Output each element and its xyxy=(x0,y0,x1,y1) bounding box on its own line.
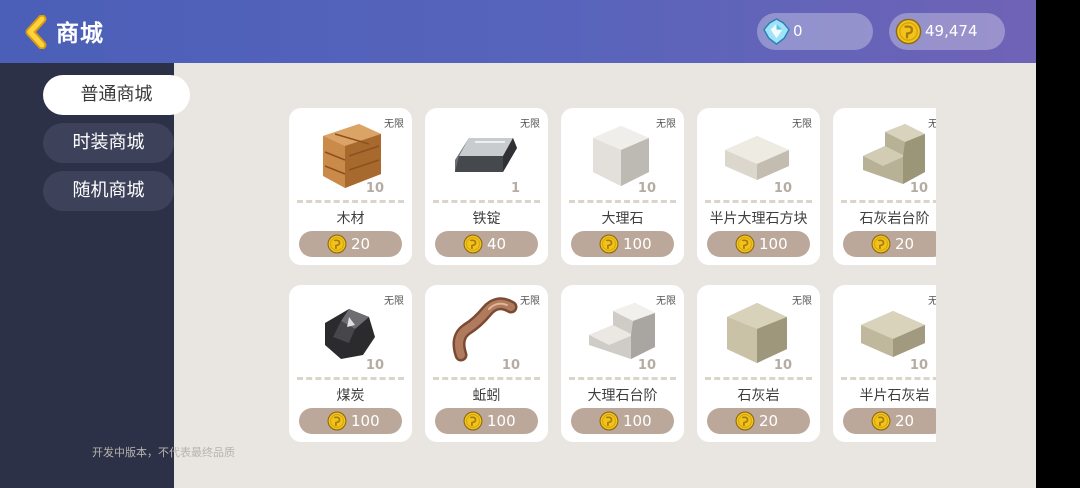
buy-button[interactable]: 20 xyxy=(843,231,936,257)
divider xyxy=(841,200,936,203)
price-value: 20 xyxy=(351,235,371,253)
stock-label: 无限 xyxy=(384,119,404,130)
divider xyxy=(705,200,812,203)
divider xyxy=(433,377,540,380)
quantity: 1 xyxy=(510,181,520,196)
price-value: 20 xyxy=(759,412,779,430)
item-name: 木材 xyxy=(336,211,365,227)
buy-button[interactable]: 100 xyxy=(571,408,674,434)
item-name: 石灰岩 xyxy=(737,388,780,404)
divider xyxy=(569,377,676,380)
stock-label: 无限 xyxy=(792,119,812,130)
buy-button[interactable]: 100 xyxy=(435,408,538,434)
item-name: 铁锭 xyxy=(472,211,501,227)
quantity: 10 xyxy=(365,358,384,373)
stock-label: 无限 xyxy=(656,119,676,130)
price-value: 20 xyxy=(895,235,915,253)
page-title: 商城 xyxy=(56,21,104,47)
item-name: 蚯蚓 xyxy=(472,388,501,404)
diamond-icon xyxy=(763,18,790,45)
price-value: 100 xyxy=(351,412,380,430)
tab-fashion-shop[interactable]: 时装商城 xyxy=(43,123,174,163)
item-name: 半片大理石方块 xyxy=(709,211,808,227)
buy-button[interactable]: 20 xyxy=(707,408,810,434)
divider xyxy=(705,377,812,380)
version-note: 开发中版本，不代表最终品质 xyxy=(92,446,235,459)
item-name: 煤炭 xyxy=(336,388,365,404)
price-value: 100 xyxy=(623,235,652,253)
gem-balance[interactable]: 0 xyxy=(757,13,873,50)
divider xyxy=(297,200,404,203)
price-value: 40 xyxy=(487,235,507,253)
stock-label: 无限 xyxy=(384,296,404,307)
quantity: 10 xyxy=(909,358,928,373)
coin-icon xyxy=(871,234,891,254)
item-name: 石灰岩台阶 xyxy=(859,211,930,227)
shop-screen: 商城 0 49,474 普通商城 时装商城 随机商城 开发中版本，不代表最终品质 xyxy=(0,0,1036,488)
buy-button[interactable]: 100 xyxy=(707,231,810,257)
coin-icon xyxy=(871,411,891,431)
coin-icon xyxy=(735,411,755,431)
tab-general-shop[interactable]: 普通商城 xyxy=(43,75,190,115)
stock-label: 无限 xyxy=(520,119,540,130)
shop-item-card[interactable]: 无限 10 半片大理石方块 100 xyxy=(697,108,820,265)
shop-item-card[interactable]: 无限 1 铁锭 40 xyxy=(425,108,548,265)
coin-count: 49,474 xyxy=(925,22,978,40)
shop-item-card[interactable]: 无限 10 木材 20 xyxy=(289,108,412,265)
shop-item-card[interactable]: 无限 10 煤炭 100 xyxy=(289,285,412,442)
item-name: 半片石灰岩 xyxy=(859,388,930,404)
quantity: 10 xyxy=(773,358,792,373)
divider xyxy=(433,200,540,203)
buy-button[interactable]: 40 xyxy=(435,231,538,257)
item-grid: 无限 10 木材 20 无限 1 铁锭 40 无限 10 大理石 100 无限 … xyxy=(285,105,936,450)
shop-item-card[interactable]: 无限 10 石灰岩 20 xyxy=(697,285,820,442)
coin-icon xyxy=(599,234,619,254)
item-name: 大理石台阶 xyxy=(587,388,658,404)
quantity: 10 xyxy=(637,358,656,373)
shop-item-card[interactable]: 无限 10 大理石台阶 100 xyxy=(561,285,684,442)
quantity: 10 xyxy=(637,181,656,196)
coin-icon xyxy=(735,234,755,254)
buy-button[interactable]: 20 xyxy=(299,231,402,257)
buy-button[interactable]: 20 xyxy=(843,408,936,434)
coin-icon xyxy=(895,18,922,45)
price-value: 100 xyxy=(487,412,516,430)
coin-icon xyxy=(327,411,347,431)
header-bar: 商城 0 49,474 xyxy=(0,0,1036,63)
quantity: 10 xyxy=(909,181,928,196)
shop-item-card[interactable]: 无限 10 石灰岩台阶 20 xyxy=(833,108,936,265)
price-value: 100 xyxy=(623,412,652,430)
shop-item-card[interactable]: 无限 10 半片石灰岩 20 xyxy=(833,285,936,442)
category-sidebar: 普通商城 时装商城 随机商城 xyxy=(0,63,190,488)
shop-item-card[interactable]: 无限 10 大理石 100 xyxy=(561,108,684,265)
tab-random-shop[interactable]: 随机商城 xyxy=(43,171,174,211)
stock-label: 无限 xyxy=(792,296,812,307)
stock-label: 无限 xyxy=(520,296,540,307)
buy-button[interactable]: 100 xyxy=(571,231,674,257)
quantity: 10 xyxy=(501,358,520,373)
back-arrow-icon[interactable] xyxy=(22,15,52,49)
coin-icon xyxy=(463,411,483,431)
divider xyxy=(569,200,676,203)
quantity: 10 xyxy=(365,181,384,196)
stock-label: 无限 xyxy=(656,296,676,307)
coin-icon xyxy=(463,234,483,254)
divider xyxy=(297,377,404,380)
price-value: 100 xyxy=(759,235,788,253)
shop-item-card[interactable]: 无限 10 蚯蚓 100 xyxy=(425,285,548,442)
price-value: 20 xyxy=(895,412,915,430)
coin-balance[interactable]: 49,474 xyxy=(889,13,1005,50)
gem-count: 0 xyxy=(793,22,803,40)
item-name: 大理石 xyxy=(601,211,644,227)
buy-button[interactable]: 100 xyxy=(299,408,402,434)
quantity: 10 xyxy=(773,181,792,196)
system-nav-bar xyxy=(1036,0,1080,488)
divider xyxy=(841,377,936,380)
coin-icon xyxy=(599,411,619,431)
coin-icon xyxy=(327,234,347,254)
